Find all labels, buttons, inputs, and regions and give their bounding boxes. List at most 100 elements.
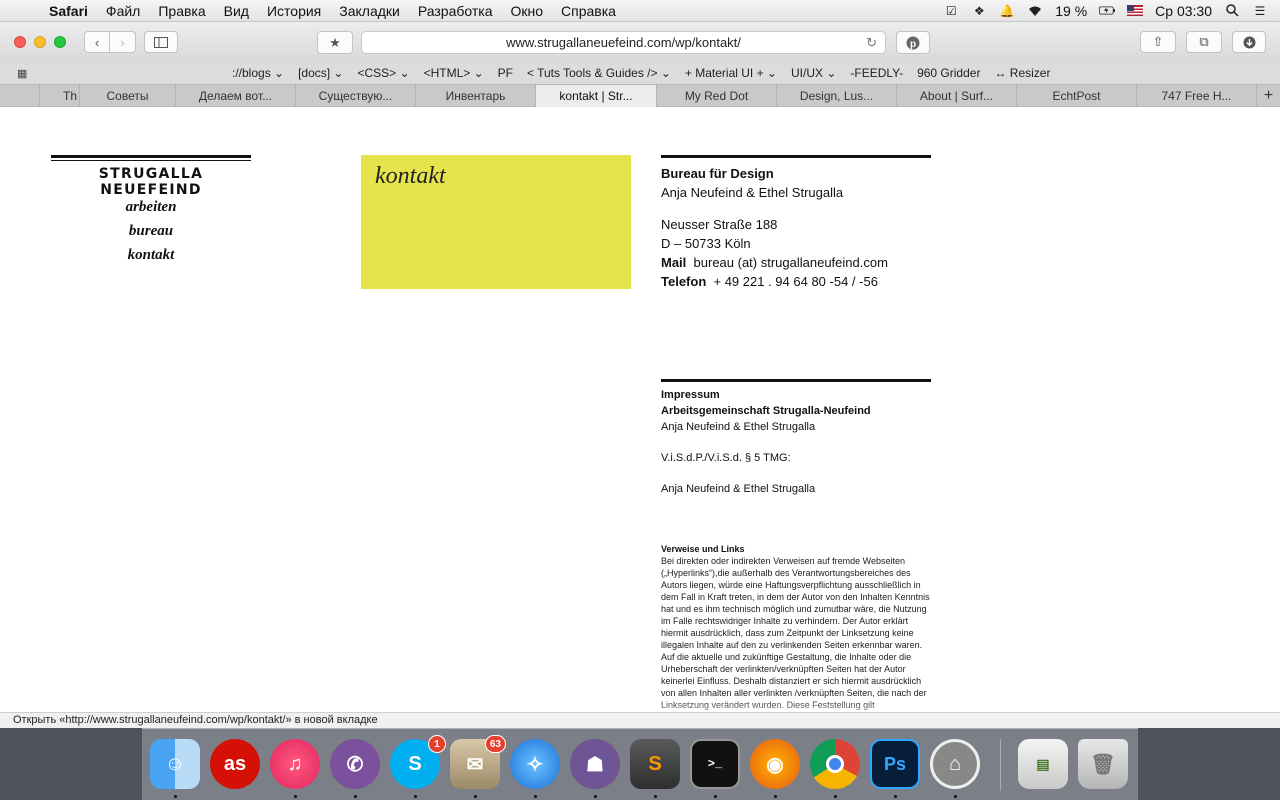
favorite-item[interactable]: PF: [498, 66, 513, 80]
address-bar[interactable]: www.strugallaneuefeind.com/wp/kontakt/ ↻: [361, 31, 886, 54]
mail-value: bureau (at) strugallaneufeind.com: [693, 255, 888, 270]
notification-center-icon[interactable]: ☰: [1252, 4, 1268, 18]
clock[interactable]: Ср 03:30: [1155, 3, 1212, 19]
favorite-item[interactable]: ://blogs ⌄: [232, 66, 284, 80]
close-window-button[interactable]: [14, 36, 26, 48]
menu-develop[interactable]: Разработка: [409, 3, 502, 19]
safari-window: ‹ › ★ www.strugallaneuefeind.com/wp/kont…: [0, 22, 1280, 728]
firefox-icon[interactable]: ◉: [750, 739, 800, 789]
reload-icon[interactable]: ↻: [866, 35, 877, 51]
wifi-icon[interactable]: [1027, 4, 1043, 18]
lastfm-icon[interactable]: as: [210, 739, 260, 789]
finder-icon[interactable]: ☺: [150, 739, 200, 789]
back-button[interactable]: ‹: [84, 31, 110, 53]
tabs-overview-button[interactable]: ⧉: [1186, 31, 1222, 53]
check-icon[interactable]: ☑: [943, 4, 959, 18]
favorite-item[interactable]: + Material UI + ⌄: [685, 66, 777, 80]
address-text: www.strugallaneuefeind.com/wp/kontakt/: [506, 35, 741, 50]
tab-item[interactable]: Th: [40, 85, 80, 107]
tab-active[interactable]: kontakt | Str...: [536, 85, 657, 107]
tab-pinned[interactable]: [0, 85, 40, 107]
contact-names: Anja Neufeind & Ethel Strugalla: [661, 185, 844, 200]
menu-view[interactable]: Вид: [215, 3, 258, 19]
fullscreen-window-button[interactable]: [54, 36, 66, 48]
impressum-names: Anja Neufeind & Ethel Strugalla: [661, 421, 816, 433]
favorite-item[interactable]: UI/UX ⌄: [791, 66, 836, 80]
battery-icon[interactable]: [1099, 4, 1116, 18]
mail-label: Mail: [661, 255, 687, 270]
mamp-icon[interactable]: ⌂: [930, 739, 980, 789]
impressum-visdp: V.i.S.d.P./V.i.S.d. § 5 TMG:: [661, 452, 791, 464]
favorite-item[interactable]: <CSS> ⌄: [357, 66, 409, 80]
spotlight-search-icon[interactable]: [1224, 4, 1240, 18]
tab-item[interactable]: 747 Free H...: [1137, 85, 1257, 107]
sidebar-toggle-button[interactable]: [144, 31, 178, 53]
favorite-item[interactable]: 960 Gridder: [917, 66, 980, 80]
tab-item[interactable]: Делаем вот...: [176, 85, 296, 107]
contact-block: Bureau für Design Anja Neufeind & Ethel …: [661, 155, 931, 291]
dock: ☺ as ♫ ✆ S1 ✉ 63 ✧ ☗ S >_ ◉ Ps ⌂ ▤ 🗑: [142, 728, 1138, 800]
menu-help[interactable]: Справка: [552, 3, 625, 19]
nav-bureau[interactable]: bureau: [51, 219, 251, 243]
contact-city: D – 50733 Köln: [661, 236, 751, 251]
web-page: STRUGALLA NEUEFEIND arbeiten bureau kont…: [0, 107, 1280, 728]
tab-item[interactable]: Советы: [80, 85, 176, 107]
site-logo[interactable]: STRUGALLA NEUEFEIND: [51, 155, 251, 198]
phone-label: Telefon: [661, 274, 707, 289]
favorite-item[interactable]: ↔ Resizer: [994, 66, 1050, 80]
share-button[interactable]: ⇧: [1140, 31, 1176, 53]
chrome-icon[interactable]: [810, 739, 860, 789]
favorite-item[interactable]: < Tuts Tools & Guides /> ⌄: [527, 66, 671, 80]
new-tab-button[interactable]: +: [1257, 85, 1280, 107]
section-title-box: kontakt: [361, 155, 631, 289]
favorite-item[interactable]: <HTML> ⌄: [424, 66, 484, 80]
minimize-window-button[interactable]: [34, 36, 46, 48]
favorite-item[interactable]: -FEEDLY-: [850, 66, 903, 80]
nav-kontakt[interactable]: kontakt: [51, 243, 251, 267]
favorites-bar: ▦ ://blogs ⌄ [docs] ⌄ <CSS> ⌄ <HTML> ⌄ P…: [0, 62, 1280, 84]
favorite-item[interactable]: [docs] ⌄: [298, 66, 343, 80]
skype-icon[interactable]: S1: [390, 735, 446, 789]
nav-arbeiten[interactable]: arbeiten: [51, 195, 251, 219]
status-bar: Открыть «http://www.strugallaneufeind.co…: [0, 712, 1280, 728]
tab-item[interactable]: Инвентарь: [416, 85, 536, 107]
svg-text:p: p: [910, 39, 916, 50]
photoshop-icon[interactable]: Ps: [870, 739, 920, 789]
dropbox-icon[interactable]: ❖: [971, 4, 987, 18]
bookmark-star-button[interactable]: ★: [317, 31, 353, 54]
downloads-stack-icon[interactable]: ▤: [1018, 739, 1068, 789]
terminal-icon[interactable]: >_: [690, 739, 740, 789]
downloads-button[interactable]: [1232, 31, 1266, 53]
tab-item[interactable]: About | Surf...: [897, 85, 1017, 107]
window-controls: [14, 36, 66, 48]
forward-button[interactable]: ›: [110, 31, 136, 53]
menu-history[interactable]: История: [258, 3, 330, 19]
top-sites-grid-icon[interactable]: ▦: [17, 67, 27, 80]
pinterest-button[interactable]: p: [896, 31, 930, 54]
menu-window[interactable]: Окно: [501, 3, 552, 19]
menu-bookmarks[interactable]: Закладки: [330, 3, 409, 19]
notification-bell-icon[interactable]: 🔔: [999, 4, 1015, 18]
itunes-icon[interactable]: ♫: [270, 739, 320, 789]
menubar: Safari Файл Правка Вид История Закладки …: [0, 0, 1280, 22]
trash-icon[interactable]: 🗑: [1078, 739, 1128, 789]
github-icon[interactable]: ☗: [570, 739, 620, 789]
tab-item[interactable]: EchtPost: [1017, 85, 1137, 107]
section-title: kontakt: [375, 163, 446, 189]
impressum-names-2: Anja Neufeind & Ethel Strugalla: [661, 483, 816, 495]
contact-heading: Bureau für Design: [661, 166, 774, 181]
safari-icon[interactable]: ✧: [510, 739, 560, 789]
tab-item[interactable]: My Red Dot: [657, 85, 777, 107]
tab-item[interactable]: Существую...: [296, 85, 416, 107]
viber-icon[interactable]: ✆: [330, 739, 380, 789]
menu-app[interactable]: Safari: [40, 3, 97, 19]
menu-edit[interactable]: Правка: [149, 3, 214, 19]
mail-icon[interactable]: ✉ 63: [450, 735, 506, 789]
skype-badge: 1: [428, 735, 446, 753]
tab-item[interactable]: Design, Lus...: [777, 85, 897, 107]
menu-file[interactable]: Файл: [97, 3, 149, 19]
links-text: Bei direkten oder indirekten Verweisen a…: [661, 556, 930, 710]
flag-us-icon[interactable]: [1127, 4, 1144, 18]
sublime-icon[interactable]: S: [630, 739, 680, 789]
battery-percent: 19 %: [1055, 2, 1088, 19]
